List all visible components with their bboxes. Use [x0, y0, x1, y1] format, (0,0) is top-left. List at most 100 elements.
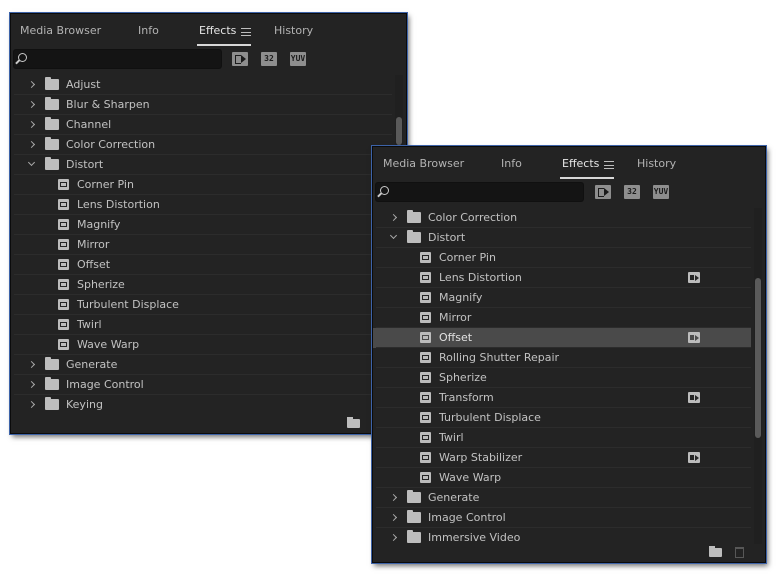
effect-icon: [58, 299, 69, 310]
accelerated-effects-icon[interactable]: [232, 52, 248, 66]
active-tab-underline: [197, 44, 251, 46]
effect-row[interactable]: Mirror: [11, 235, 392, 255]
effect-folder-row[interactable]: Blur & Sharpen: [11, 95, 392, 115]
chevron-right-icon[interactable]: [27, 380, 37, 390]
effect-folder-row[interactable]: Color Correction: [373, 208, 751, 228]
effect-folder-row[interactable]: Distort: [11, 155, 392, 175]
accelerated-effects-icon[interactable]: [595, 185, 611, 199]
effect-row[interactable]: Spherize: [11, 275, 392, 295]
tab-info[interactable]: Info: [501, 157, 522, 170]
effect-row[interactable]: Warp Stabilizer: [373, 448, 751, 468]
effect-label: Warp Stabilizer: [439, 451, 523, 464]
effect-row[interactable]: Rolling Shutter Repair: [373, 348, 751, 368]
effect-icon: [420, 472, 431, 483]
effect-folder-row[interactable]: Keying: [11, 395, 392, 413]
search-box[interactable]: [13, 49, 222, 69]
effect-icon: [420, 392, 431, 403]
effect-row[interactable]: Twirl: [373, 428, 751, 448]
search-icon: [380, 186, 389, 195]
search-box[interactable]: [375, 182, 584, 202]
effects-panel-back: Media Browser Info Effects History 32 YU…: [9, 12, 408, 435]
chevron-right-icon[interactable]: [389, 513, 399, 523]
effect-row[interactable]: Turbulent Displace: [11, 295, 392, 315]
yuv-icon[interactable]: YUV: [290, 52, 306, 66]
effect-row[interactable]: Wave Warp: [11, 335, 392, 355]
effect-icon: [58, 239, 69, 250]
panel-tab-bar: Media Browser Info Effects History: [11, 14, 406, 48]
effect-row[interactable]: Magnify: [11, 215, 392, 235]
yuv-icon[interactable]: YUV: [653, 185, 669, 199]
effect-label: Wave Warp: [77, 338, 140, 351]
chevron-right-icon[interactable]: [27, 140, 37, 150]
tab-effects[interactable]: Effects: [199, 24, 236, 37]
tab-history[interactable]: History: [637, 157, 676, 170]
effect-folder-row[interactable]: Image Control: [11, 375, 392, 395]
effects-panel-front: Media Browser Info Effects History 32 YU…: [371, 145, 767, 564]
effect-row[interactable]: Lens Distortion: [11, 195, 392, 215]
effect-row[interactable]: Offset: [11, 255, 392, 275]
tab-info[interactable]: Info: [138, 24, 159, 37]
chevron-right-icon[interactable]: [27, 360, 37, 370]
effect-icon: [58, 179, 69, 190]
effect-icon: [420, 292, 431, 303]
effect-label: Wave Warp: [439, 471, 502, 484]
tab-media-browser[interactable]: Media Browser: [20, 24, 101, 37]
effect-folder-row[interactable]: Channel: [11, 115, 392, 135]
effect-row[interactable]: Twirl: [11, 315, 392, 335]
effect-label: Twirl: [77, 318, 102, 331]
effect-row[interactable]: Wave Warp: [373, 468, 751, 488]
32-bit-icon[interactable]: 32: [261, 52, 277, 66]
effect-row[interactable]: Spherize: [373, 368, 751, 388]
scrollbar[interactable]: [754, 208, 762, 544]
effect-label: Twirl: [439, 431, 464, 444]
effect-label: Spherize: [77, 278, 125, 291]
new-bin-icon[interactable]: [709, 546, 722, 557]
effect-row[interactable]: Turbulent Displace: [373, 408, 751, 428]
chevron-right-icon[interactable]: [27, 400, 37, 410]
effect-folder-row[interactable]: Generate: [11, 355, 392, 375]
effect-row[interactable]: Transform: [373, 388, 751, 408]
search-input[interactable]: [392, 185, 578, 199]
effect-label: Mirror: [77, 238, 110, 251]
chevron-right-icon[interactable]: [389, 493, 399, 503]
new-bin-icon[interactable]: [347, 417, 360, 428]
chevron-down-icon[interactable]: [27, 160, 37, 170]
effect-folder-row[interactable]: Color Correction: [11, 135, 392, 155]
search-input[interactable]: [30, 52, 216, 66]
effect-row[interactable]: Offset: [373, 328, 751, 348]
effect-row[interactable]: Corner Pin: [373, 248, 751, 268]
folder-icon: [45, 137, 59, 150]
effect-label: Color Correction: [66, 138, 156, 151]
effects-toolbar: 32 YUV: [373, 181, 765, 205]
trash-icon[interactable]: [735, 547, 744, 558]
panel-tab-bar: Media Browser Info Effects History: [373, 147, 765, 181]
chevron-right-icon[interactable]: [27, 100, 37, 110]
chevron-down-icon[interactable]: [389, 233, 399, 243]
tab-effects[interactable]: Effects: [562, 157, 599, 170]
panel-footer: [11, 413, 406, 433]
tab-media-browser[interactable]: Media Browser: [383, 157, 464, 170]
effect-row[interactable]: Corner Pin: [11, 175, 392, 195]
tab-history[interactable]: History: [274, 24, 313, 37]
effect-folder-row[interactable]: Image Control: [373, 508, 751, 528]
scroll-thumb[interactable]: [396, 117, 402, 145]
folder-icon: [407, 210, 421, 223]
chevron-right-icon[interactable]: [389, 213, 399, 223]
chevron-right-icon[interactable]: [27, 80, 37, 90]
scroll-thumb[interactable]: [755, 278, 761, 438]
effect-folder-row[interactable]: Distort: [373, 228, 751, 248]
panel-menu-icon[interactable]: [241, 28, 251, 36]
32-bit-icon[interactable]: 32: [624, 185, 640, 199]
effect-folder-row[interactable]: Generate: [373, 488, 751, 508]
effect-icon: [420, 312, 431, 323]
effect-label: Corner Pin: [439, 251, 496, 264]
effect-row[interactable]: Lens Distortion: [373, 268, 751, 288]
effect-icon: [420, 452, 431, 463]
effect-row[interactable]: Mirror: [373, 308, 751, 328]
effect-row[interactable]: Magnify: [373, 288, 751, 308]
folder-icon: [45, 157, 59, 170]
effect-label: Magnify: [439, 291, 483, 304]
effect-folder-row[interactable]: Adjust: [11, 75, 392, 95]
panel-menu-icon[interactable]: [604, 161, 614, 169]
chevron-right-icon[interactable]: [27, 120, 37, 130]
